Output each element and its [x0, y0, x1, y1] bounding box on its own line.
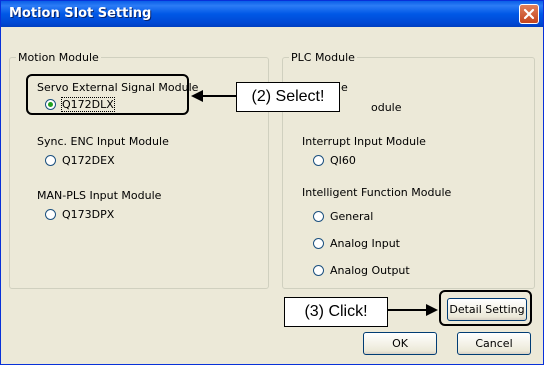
radio-q172dex-label[interactable]: Q172DEX: [62, 154, 115, 167]
radio-analog-input-circle[interactable]: [313, 238, 324, 249]
man-pls-input-module-label: MAN-PLS Input Module: [37, 189, 162, 202]
radio-qi60[interactable]: QI60: [313, 154, 356, 167]
sync-enc-input-module-label: Sync. ENC Input Module: [37, 135, 169, 148]
radio-q173dpx[interactable]: Q173DPX: [45, 208, 114, 221]
radio-qi60-label[interactable]: QI60: [330, 154, 356, 167]
radio-q172dex[interactable]: Q172DEX: [45, 154, 115, 167]
plc-module-legend: PLC Module: [289, 51, 357, 64]
radio-general[interactable]: General: [313, 210, 373, 223]
intelligent-function-module-label: Intelligent Function Module: [302, 186, 452, 199]
close-button[interactable]: [519, 4, 539, 24]
ok-button[interactable]: OK: [363, 332, 437, 355]
click-callout: (3) Click!: [284, 297, 388, 327]
radio-analog-input[interactable]: Analog Input: [313, 237, 400, 250]
click-highlight-box: [439, 290, 532, 326]
radio-qi60-circle[interactable]: [313, 155, 324, 166]
radio-analog-output-circle[interactable]: [313, 265, 324, 276]
radio-q172dex-circle[interactable]: [45, 155, 56, 166]
select-callout: (2) Select!: [236, 82, 340, 112]
close-icon: [523, 8, 535, 20]
radio-general-circle[interactable]: [313, 211, 324, 222]
plc-partial-label-1: e: [341, 81, 348, 94]
cancel-button[interactable]: Cancel: [457, 332, 531, 355]
plc-partial-label-2: odule: [371, 101, 402, 114]
window-title: Motion Slot Setting: [9, 6, 152, 21]
motion-module-legend: Motion Module: [16, 51, 101, 64]
radio-analog-output[interactable]: Analog Output: [313, 264, 410, 277]
radio-analog-output-label[interactable]: Analog Output: [330, 264, 410, 277]
select-highlight-box: [26, 74, 189, 115]
title-bar[interactable]: Motion Slot Setting: [1, 1, 543, 27]
radio-q173dpx-label[interactable]: Q173DPX: [62, 208, 114, 221]
radio-analog-input-label[interactable]: Analog Input: [330, 237, 400, 250]
radio-q173dpx-circle[interactable]: [45, 209, 56, 220]
radio-general-label[interactable]: General: [330, 210, 373, 223]
interrupt-input-module-label: Interrupt Input Module: [302, 135, 426, 148]
